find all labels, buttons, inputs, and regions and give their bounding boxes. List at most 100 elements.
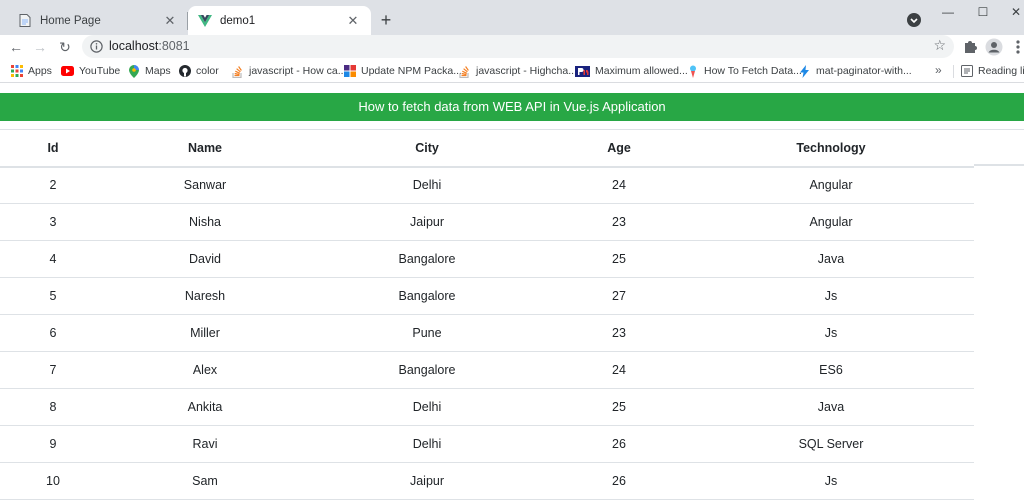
cell-technology: Js bbox=[688, 462, 974, 500]
bookmarks-separator bbox=[953, 65, 954, 78]
column-header-age: Age bbox=[550, 129, 688, 168]
cell-technology: SQL Server bbox=[688, 425, 974, 463]
table-header-extension bbox=[974, 129, 1024, 166]
bookmark-label: Maps bbox=[145, 65, 171, 77]
table-row: 8 Ankita Delhi 25 Java bbox=[0, 388, 974, 426]
cell-id: 2 bbox=[0, 166, 106, 204]
cell-name: Ravi bbox=[106, 425, 304, 463]
maximize-icon[interactable]: ☐ bbox=[971, 3, 995, 21]
bookmark-how-to-fetch[interactable]: How To Fetch Data... bbox=[686, 63, 802, 79]
cell-age: 23 bbox=[550, 203, 688, 241]
more-menu-icon[interactable] bbox=[1012, 37, 1024, 57]
tab-title: Home Page bbox=[40, 14, 101, 27]
bookmark-maps[interactable]: Maps bbox=[127, 63, 171, 79]
cell-technology: Java bbox=[688, 388, 974, 426]
cell-technology: Angular bbox=[688, 203, 974, 241]
cell-age: 25 bbox=[550, 388, 688, 426]
bookmark-update-npm[interactable]: Update NPM Packa... bbox=[343, 63, 462, 79]
new-tab-plus-icon[interactable]: + bbox=[376, 10, 396, 30]
cell-technology: ES6 bbox=[688, 351, 974, 389]
cell-city: Jaipur bbox=[304, 462, 550, 500]
cell-city: Delhi bbox=[304, 388, 550, 426]
cell-id: 7 bbox=[0, 351, 106, 389]
column-header-technology: Technology bbox=[688, 129, 974, 168]
bookmarks-overflow-chevron-icon[interactable]: » bbox=[935, 63, 942, 77]
bookmark-mat-paginator[interactable]: mat-paginator-with... bbox=[798, 63, 912, 79]
close-icon[interactable]: ✕ bbox=[345, 13, 361, 29]
cell-city: Delhi bbox=[304, 166, 550, 204]
cell-age: 25 bbox=[550, 240, 688, 278]
tab-title: demo1 bbox=[220, 14, 256, 27]
reading-list-label: Reading list bbox=[978, 65, 1024, 77]
stackoverflow-icon bbox=[231, 65, 244, 78]
reading-list-button[interactable]: Reading list bbox=[960, 63, 1024, 79]
bookmark-javascript-highcharts[interactable]: javascript - Highcha... bbox=[458, 63, 577, 79]
tab-demo1[interactable]: demo1 ✕ bbox=[188, 6, 371, 35]
cell-id: 3 bbox=[0, 203, 106, 241]
cell-id: 5 bbox=[0, 277, 106, 315]
table-row: 5 Naresh Bangalore 27 Js bbox=[0, 277, 974, 315]
cell-city: Bangalore bbox=[304, 351, 550, 389]
bookmark-apps[interactable]: Apps bbox=[10, 63, 52, 79]
column-header-id: Id bbox=[0, 129, 106, 168]
table-row: 10 Sam Jaipur 26 Js bbox=[0, 462, 974, 500]
bookmark-label: Maximum allowed... bbox=[595, 65, 688, 77]
bookmark-label: How To Fetch Data... bbox=[704, 65, 802, 77]
bookmark-label: YouTube bbox=[79, 65, 121, 77]
table-row: 7 Alex Bangalore 24 ES6 bbox=[0, 351, 974, 389]
cell-name: Sanwar bbox=[106, 166, 304, 204]
close-icon[interactable]: ✕ bbox=[162, 13, 178, 29]
profile-avatar-icon[interactable] bbox=[985, 38, 1003, 56]
bookmark-maximum-allowed[interactable]: Maximum allowed... bbox=[575, 63, 688, 79]
cell-id: 10 bbox=[0, 462, 106, 500]
table-row: 3 Nisha Jaipur 23 Angular bbox=[0, 203, 974, 241]
pin-logo-icon bbox=[575, 65, 590, 78]
tab-search-icon[interactable] bbox=[906, 12, 922, 28]
table-body: 2 Sanwar Delhi 24 Angular 3 Nisha Jaipur… bbox=[0, 166, 974, 500]
minimize-icon[interactable]: — bbox=[936, 3, 960, 21]
cell-age: 24 bbox=[550, 166, 688, 204]
table-header-row: Id Name City Age Technology bbox=[0, 129, 974, 168]
address-bar[interactable]: localhost:8081 ☆ bbox=[82, 35, 954, 58]
apps-grid-icon bbox=[10, 65, 23, 78]
maps-pin-icon bbox=[127, 64, 140, 78]
bookmark-star-icon[interactable]: ☆ bbox=[933, 37, 946, 54]
bookmark-label: Apps bbox=[28, 65, 52, 77]
tab-strip: Home Page ✕ demo1 ✕ + — ☐ ✕ bbox=[0, 0, 1024, 35]
bookmark-color[interactable]: color bbox=[178, 63, 219, 79]
bookmark-javascript-how[interactable]: javascript - How ca... bbox=[231, 63, 346, 79]
tab-home-page[interactable]: Home Page ✕ bbox=[8, 6, 188, 35]
bookmark-label: javascript - How ca... bbox=[249, 65, 347, 77]
forward-arrow-icon[interactable]: → bbox=[30, 37, 50, 57]
cell-name: Nisha bbox=[106, 203, 304, 241]
cell-technology: Js bbox=[688, 277, 974, 315]
cell-name: David bbox=[106, 240, 304, 278]
back-arrow-icon[interactable]: ← bbox=[6, 37, 26, 57]
reload-icon[interactable]: ↻ bbox=[55, 37, 75, 57]
browser-toolbar: ← → ↻ localhost:8081 ☆ bbox=[0, 35, 1024, 59]
cell-technology: Angular bbox=[688, 166, 974, 204]
bolt-icon bbox=[798, 64, 811, 78]
cell-id: 8 bbox=[0, 388, 106, 426]
cell-age: 27 bbox=[550, 277, 688, 315]
cell-id: 9 bbox=[0, 425, 106, 463]
cell-id: 6 bbox=[0, 314, 106, 352]
cell-city: Bangalore bbox=[304, 277, 550, 315]
grid-colorful-icon bbox=[343, 65, 356, 78]
page-viewport: How to fetch data from WEB API in Vue.js… bbox=[0, 84, 1024, 504]
bookmark-page-icon bbox=[686, 65, 699, 78]
info-icon[interactable] bbox=[90, 40, 103, 53]
extensions-puzzle-icon[interactable] bbox=[962, 38, 980, 56]
bookmark-label: Update NPM Packa... bbox=[361, 65, 462, 77]
bookmark-youtube[interactable]: YouTube bbox=[61, 63, 120, 79]
cell-city: Delhi bbox=[304, 425, 550, 463]
url-text: localhost:8081 bbox=[109, 39, 190, 53]
cell-age: 26 bbox=[550, 462, 688, 500]
window-close-icon[interactable]: ✕ bbox=[1004, 3, 1024, 21]
url-port: :8081 bbox=[158, 39, 190, 53]
column-header-name: Name bbox=[106, 129, 304, 168]
stackoverflow-icon bbox=[458, 65, 471, 78]
cell-id: 4 bbox=[0, 240, 106, 278]
table-row: 6 Miller Pune 23 Js bbox=[0, 314, 974, 352]
cell-technology: Js bbox=[688, 314, 974, 352]
